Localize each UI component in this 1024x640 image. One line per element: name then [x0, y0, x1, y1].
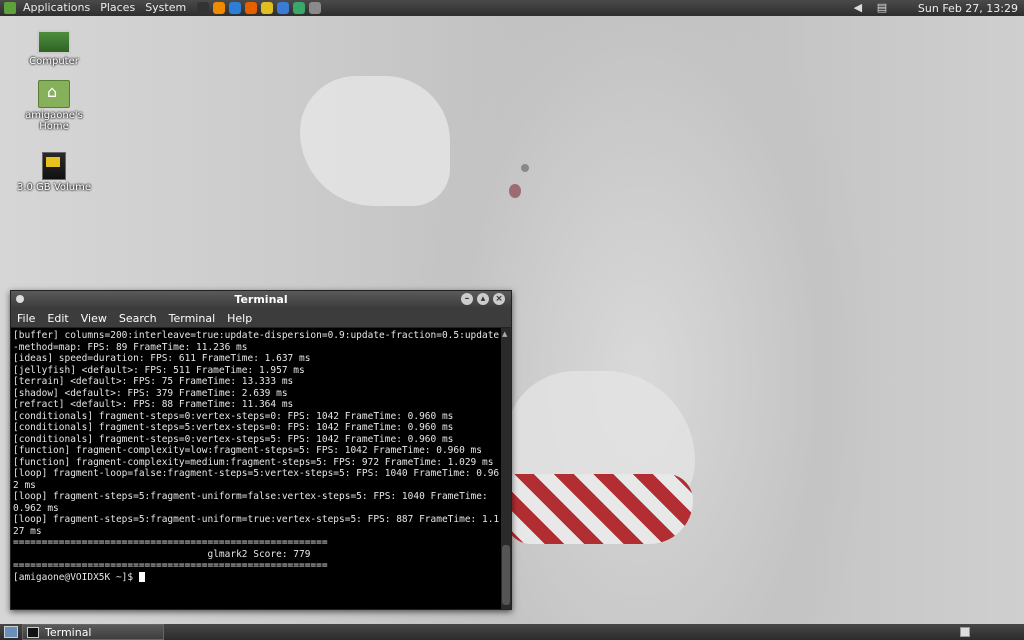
terminal-line: [loop] fragment-steps=5:fragment-uniform… [13, 514, 500, 537]
panel-launchers [195, 2, 323, 14]
volume-icon[interactable]: ◀ [852, 2, 864, 14]
terminal-scrollbar[interactable]: ▲ [501, 328, 511, 609]
menu-search[interactable]: Search [113, 312, 163, 325]
terminal-prompt-line: [amigaone@VOIDX5K ~]$ [13, 572, 501, 584]
terminal-line: [terrain] <default>: FPS: 75 FrameTime: … [13, 376, 294, 387]
show-desktop-icon[interactable] [4, 626, 18, 638]
desktop-icon-label: 3.0 GB Volume [16, 182, 92, 193]
desktop-icon-label: amigaone's Home [25, 110, 83, 132]
minimize-icon[interactable]: – [461, 293, 473, 305]
terminal-icon [27, 626, 39, 638]
drive-icon [42, 152, 66, 180]
computer-icon [37, 30, 71, 54]
terminal-line: [buffer] columns=200:interleave=true:upd… [13, 330, 500, 353]
network-launcher-icon[interactable] [277, 2, 290, 14]
menu-file[interactable]: File [11, 312, 41, 325]
menu-terminal[interactable]: Terminal [163, 312, 222, 325]
terminal-line: [ideas] speed=duration: FPS: 611 FrameTi… [13, 353, 311, 364]
terminal-line: [conditionals] fragment-steps=0:vertex-s… [13, 410, 454, 422]
wallpaper-garment [505, 474, 693, 544]
terminal-line: [conditionals] fragment-steps=5:vertex-s… [13, 422, 454, 433]
close-icon[interactable]: × [493, 293, 505, 305]
terminal-output[interactable]: [buffer] columns=200:interleave=true:upd… [11, 328, 501, 609]
chat-launcher-icon[interactable] [293, 2, 306, 14]
emblem-launcher-icon[interactable] [261, 2, 274, 14]
terminal-line: [function] fragment-complexity=medium:fr… [13, 456, 494, 468]
desktop-icon-label: Computer [29, 56, 79, 67]
taskbar-label: Terminal [45, 625, 92, 639]
scrollbar-thumb[interactable] [502, 545, 510, 605]
terminal-line: [shadow] <default>: FPS: 379 FrameTime: … [13, 387, 288, 399]
menu-help[interactable]: Help [221, 312, 258, 325]
vlc-launcher-icon[interactable] [213, 2, 226, 14]
scroll-up-icon[interactable]: ▲ [502, 330, 507, 338]
terminal-launcher-icon[interactable] [197, 2, 210, 14]
system-menu[interactable]: System [140, 0, 191, 16]
wallpaper-navel [509, 184, 521, 198]
terminal-line: ========================================… [13, 537, 328, 548]
terminal-line: [conditionals] fragment-steps=0:vertex-s… [13, 433, 454, 445]
window-controls: – ▴ × [457, 293, 505, 305]
window-menu-icon[interactable] [16, 295, 24, 303]
terminal-line: glmark2 Score: 779 [13, 548, 311, 560]
menu-view[interactable]: View [75, 312, 113, 325]
terminal-line: [loop] fragment-steps=5:fragment-uniform… [13, 491, 494, 514]
panel-tray: ◀ ▤ Sun Feb 27, 13:29 [846, 2, 1024, 15]
terminal-line: [function] fragment-complexity=low:fragm… [13, 445, 482, 456]
terminal-titlebar[interactable]: Terminal – ▴ × [11, 291, 511, 309]
gnome-foot-icon[interactable] [4, 2, 16, 14]
terminal-menubar: File Edit View Search Terminal Help [11, 309, 511, 328]
wallpaper-piercing [521, 164, 529, 172]
bottom-panel: Terminal [0, 624, 1024, 640]
terminal-line: [refract] <default>: FPS: 88 FrameTime: … [13, 399, 294, 410]
desktop-icon-home[interactable]: amigaone's Home [14, 80, 94, 132]
image-launcher-icon[interactable] [309, 2, 322, 14]
wallpaper-hand-upper [300, 76, 450, 206]
workspace-switcher[interactable] [960, 627, 970, 637]
panel-clock[interactable]: Sun Feb 27, 13:29 [894, 2, 1024, 15]
desktop-icon-volume[interactable]: 3.0 GB Volume [14, 152, 94, 193]
terminal-window[interactable]: Terminal – ▴ × File Edit View Search Ter… [10, 290, 512, 610]
window-title: Terminal [234, 293, 288, 306]
menu-edit[interactable]: Edit [41, 312, 74, 325]
maximize-icon[interactable]: ▴ [477, 293, 489, 305]
top-panel: Applications Places System ◀ ▤ Sun Feb 2… [0, 0, 1024, 16]
terminal-prompt: [amigaone@VOIDX5K ~]$ [13, 571, 139, 583]
terminal-line: [loop] fragment-loop=false:fragment-step… [13, 468, 500, 491]
text-cursor [138, 572, 145, 582]
places-menu[interactable]: Places [95, 0, 140, 16]
terminal-line: [jellyfish] <default>: FPS: 511 FrameTim… [13, 364, 305, 376]
taskbar-terminal-button[interactable]: Terminal [22, 624, 164, 640]
desktop-icon-computer[interactable]: Computer [14, 30, 94, 67]
firefox-launcher-icon[interactable] [245, 2, 258, 14]
home-folder-icon [38, 80, 70, 108]
network-monitor-icon[interactable]: ▤ [876, 2, 888, 14]
browser-launcher-icon[interactable] [229, 2, 242, 14]
applications-menu[interactable]: Applications [18, 0, 95, 16]
terminal-line: ========================================… [13, 560, 328, 571]
